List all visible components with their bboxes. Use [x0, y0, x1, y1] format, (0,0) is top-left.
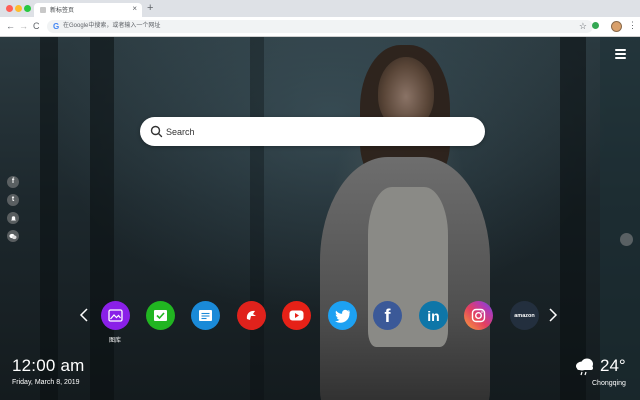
bell-icon[interactable]: [7, 212, 19, 224]
app-youtube[interactable]: [282, 301, 311, 330]
chat-icon[interactable]: [7, 230, 19, 242]
app-linkedin[interactable]: in: [419, 301, 448, 330]
weather-city: Chongqing: [592, 380, 626, 387]
app-facebook[interactable]: f: [373, 301, 402, 330]
dock-next-arrow-icon[interactable]: [548, 307, 558, 323]
clock-date: Friday, March 8, 2019: [12, 379, 80, 386]
new-tab-button[interactable]: +: [147, 2, 153, 14]
back-button[interactable]: ←: [6, 20, 15, 32]
app-checkmark[interactable]: [146, 301, 175, 330]
minimize-window-button[interactable]: [15, 5, 22, 12]
facebook-icon[interactable]: f: [7, 176, 19, 188]
gallery-icon: [108, 309, 123, 322]
game-icon: [246, 310, 256, 320]
app-gallery[interactable]: [101, 301, 130, 330]
app-instagram[interactable]: [464, 301, 493, 330]
background-tree: [40, 37, 58, 400]
checkmark-icon: [154, 310, 167, 321]
amazon-icon: amazon: [514, 312, 535, 319]
chat-shape: [9, 233, 17, 239]
browser-menu-icon[interactable]: ⋮: [628, 19, 637, 31]
background-tree: [90, 37, 114, 400]
tab-strip: 新标签页 × +: [0, 0, 640, 17]
extension-icon[interactable]: [592, 22, 599, 29]
app-amazon[interactable]: amazon: [510, 301, 539, 330]
notification-toggle-icon[interactable]: [620, 233, 633, 246]
bell-shape: [10, 215, 16, 220]
search-box[interactable]: [140, 117, 485, 146]
twitter-icon[interactable]: t: [7, 194, 19, 206]
reload-button[interactable]: C: [33, 20, 40, 32]
background-tree: [250, 37, 264, 400]
background-tree: [600, 37, 640, 400]
app-game[interactable]: [237, 301, 266, 330]
youtube-icon: [289, 310, 304, 321]
app-twitter[interactable]: [328, 301, 357, 330]
facebook-icon: f: [384, 305, 391, 326]
forward-button[interactable]: →: [19, 20, 28, 32]
browser-toolbar: ← → C G 在Google中搜索，或者输入一个网址 ☆: [0, 17, 640, 37]
app-notes[interactable]: [191, 301, 220, 330]
background-tree: [560, 37, 586, 400]
tab-new-tab[interactable]: 新标签页 ×: [34, 3, 142, 17]
address-bar-placeholder: 在Google中搜索，或者输入一个网址: [63, 23, 161, 29]
cloud-rain-icon[interactable]: [574, 357, 596, 377]
notes-icon: [199, 310, 212, 321]
profile-avatar[interactable]: [611, 21, 622, 32]
facebook-glyph: f: [11, 178, 15, 185]
twitter-icon: [334, 309, 350, 323]
weather-temperature: 24°: [600, 356, 626, 375]
maximize-window-button[interactable]: [24, 5, 31, 12]
app-gallery-label: 图库: [108, 338, 121, 344]
twitter-glyph: t: [11, 196, 15, 203]
clock-time: 12:00 am: [12, 356, 85, 375]
hamburger-menu-icon[interactable]: [615, 49, 626, 61]
tab-close-icon[interactable]: ×: [132, 4, 137, 14]
close-window-button[interactable]: [6, 5, 13, 12]
instagram-icon: [471, 308, 486, 323]
linkedin-icon: in: [427, 307, 440, 324]
search-input[interactable]: [164, 122, 468, 142]
tab-favicon-icon: [40, 7, 46, 13]
search-icon: [150, 125, 163, 138]
address-bar[interactable]: G 在Google中搜索，或者输入一个网址 ☆: [47, 20, 593, 33]
dock-prev-arrow-icon[interactable]: [79, 307, 89, 323]
bookmark-star-icon[interactable]: ☆: [579, 20, 587, 32]
google-icon: G: [53, 22, 60, 31]
tab-title: 新标签页: [50, 8, 75, 14]
new-tab-page: f t 图库: [0, 37, 640, 400]
